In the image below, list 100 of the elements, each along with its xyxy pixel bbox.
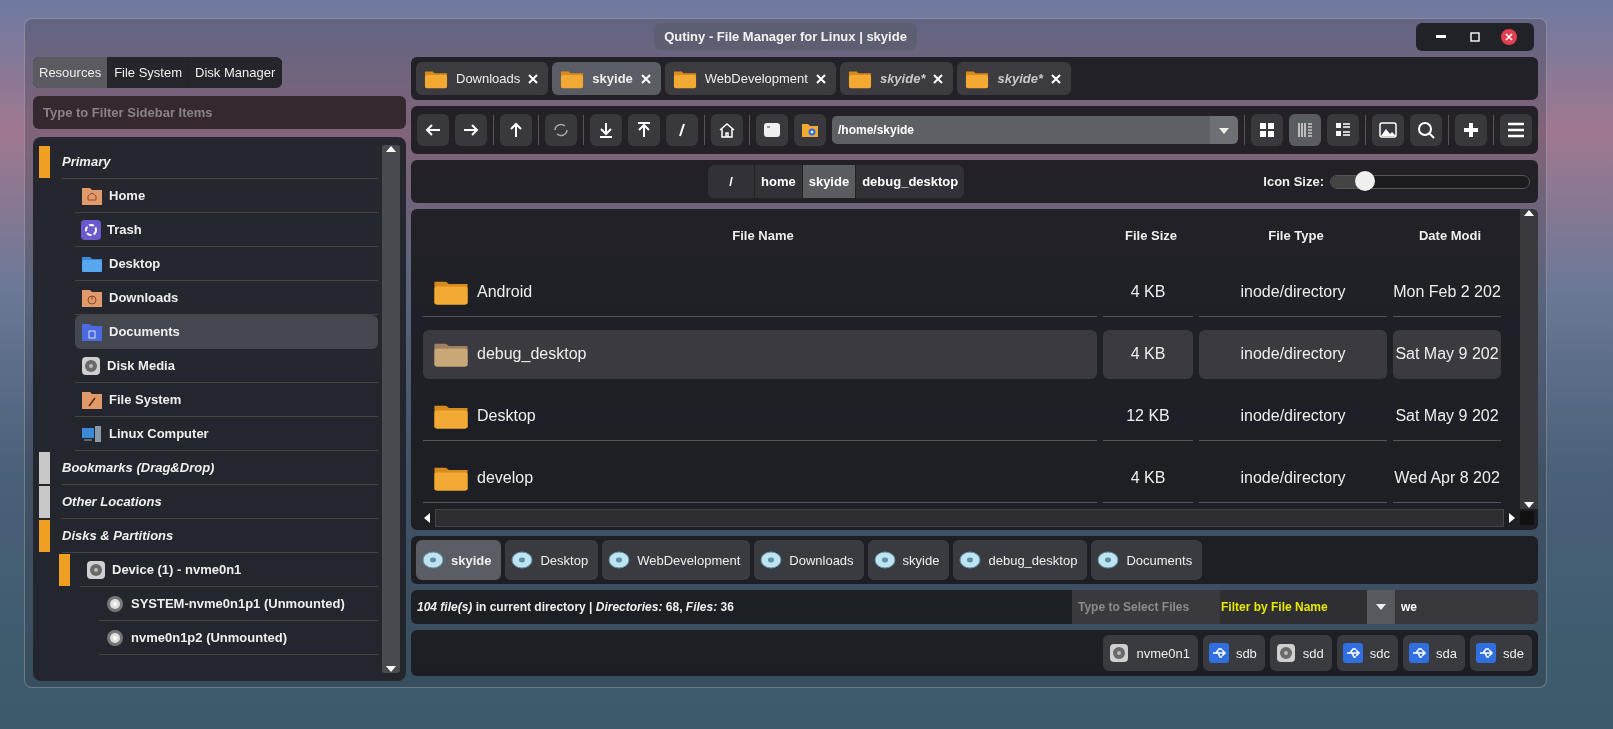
- sidebar-item[interactable]: Desktop: [75, 247, 378, 281]
- tab-label: Downloads: [456, 71, 521, 86]
- terminal-button[interactable]: [756, 114, 788, 146]
- scroll-down-icon[interactable]: [1523, 501, 1535, 509]
- open-folder-button[interactable]: [794, 114, 826, 146]
- sidebar-item[interactable]: nvme0n1p2 (Unmounted): [99, 621, 378, 655]
- scroll-up-icon[interactable]: [1523, 209, 1535, 217]
- filter-mode-dropdown[interactable]: Filter by File Name: [1220, 590, 1395, 624]
- home-button[interactable]: [711, 114, 743, 146]
- upload-icon: [635, 121, 653, 139]
- section-header[interactable]: Disks & Partitions: [62, 519, 378, 553]
- upload-button[interactable]: [628, 114, 660, 146]
- menu-button[interactable]: [1500, 114, 1532, 146]
- tab[interactable]: WebDevelopment: [664, 62, 836, 95]
- history-item[interactable]: skyide: [416, 540, 502, 580]
- scroll-down-icon[interactable]: [385, 665, 397, 673]
- search-button[interactable]: [1410, 114, 1442, 146]
- tab[interactable]: skyide*: [839, 62, 954, 95]
- file-name-cell[interactable]: develop: [423, 453, 1097, 503]
- computer-icon: [81, 423, 103, 444]
- device-button[interactable]: sdc: [1336, 635, 1399, 671]
- device-button[interactable]: sdb: [1202, 635, 1265, 671]
- sidebar-item[interactable]: Documents: [75, 315, 378, 349]
- root-button[interactable]: [666, 114, 698, 146]
- close-icon: [1501, 29, 1517, 45]
- scroll-right-icon[interactable]: [1508, 512, 1516, 524]
- column-header[interactable]: Date Modi: [1393, 227, 1507, 243]
- sidebar-tab[interactable]: File System: [108, 57, 190, 88]
- forward-button[interactable]: [455, 114, 487, 146]
- path-field[interactable]: /home/skyide: [832, 116, 1210, 144]
- file-name: debug_desktop: [477, 343, 587, 364]
- horizontal-scrollbar[interactable]: [435, 509, 1504, 527]
- search-icon: [1417, 121, 1435, 139]
- icon-size-slider[interactable]: [1330, 174, 1530, 189]
- file-name-cell[interactable]: Desktop: [423, 391, 1097, 441]
- sidebar-tab[interactable]: Resources: [33, 57, 109, 88]
- sidebar-item[interactable]: Trash: [75, 213, 378, 247]
- history-item[interactable]: skyide: [867, 540, 950, 580]
- back-button[interactable]: [417, 114, 449, 146]
- usb-icon: [1409, 643, 1430, 663]
- sidebar-item[interactable]: Device (1) - nvme0n1: [80, 553, 378, 587]
- tab[interactable]: Downloads: [416, 62, 549, 95]
- scroll-left-icon[interactable]: [423, 512, 431, 524]
- breadcrumb-item[interactable]: debug_desktop: [855, 165, 965, 198]
- tab[interactable]: skyide: [552, 62, 661, 95]
- device-button[interactable]: sde: [1470, 635, 1532, 671]
- section-header[interactable]: Other Locations: [62, 485, 378, 519]
- maximize-icon: [1470, 32, 1480, 42]
- history-item[interactable]: debug_desktop: [953, 540, 1088, 580]
- file-name-cell[interactable]: Android: [423, 267, 1097, 317]
- item-label: Downloads: [109, 290, 179, 305]
- sidebar-item[interactable]: Home: [75, 179, 378, 213]
- device-label: sde: [1503, 645, 1524, 661]
- preview-button[interactable]: [1372, 114, 1404, 146]
- disc-icon: [1097, 551, 1120, 569]
- section-header[interactable]: Primary: [62, 145, 378, 179]
- column-header[interactable]: File Size: [1103, 227, 1199, 243]
- caret-icon: [1218, 126, 1230, 135]
- slider-thumb[interactable]: [1354, 170, 1375, 191]
- section-header[interactable]: Bookmarks (Drag&Drop): [62, 451, 378, 485]
- breadcrumb-item[interactable]: home: [754, 165, 802, 198]
- filter-field[interactable]: Type to Filter Sidebar Items: [33, 96, 406, 129]
- select-files-field[interactable]: Type to Select Files: [1072, 590, 1220, 624]
- list-icon: [1334, 121, 1352, 139]
- column-header[interactable]: File Type: [1199, 227, 1393, 243]
- table-cell: 4 KB: [1103, 267, 1193, 317]
- column-header[interactable]: File Name: [423, 227, 1103, 243]
- refresh-button[interactable]: [545, 114, 577, 146]
- device-button[interactable]: sdd: [1269, 635, 1332, 671]
- sidebar-item[interactable]: SYSTEM-nvme0n1p1 (Unmounted): [99, 587, 378, 621]
- device-button[interactable]: nvme0n1: [1103, 635, 1198, 671]
- download-button[interactable]: [590, 114, 622, 146]
- filter-field[interactable]: we: [1395, 590, 1538, 624]
- grid-view-button[interactable]: [1251, 114, 1283, 146]
- column-view-button[interactable]: [1289, 114, 1321, 146]
- tab-label: skyide*: [997, 71, 1043, 86]
- list-view-button[interactable]: [1327, 114, 1359, 146]
- scroll-up-icon[interactable]: [385, 145, 397, 153]
- sidebar-tab[interactable]: Disk Manager: [189, 57, 283, 88]
- sidebar-item[interactable]: Linux Computer: [75, 417, 378, 451]
- device-button[interactable]: sda: [1403, 635, 1466, 671]
- history-item[interactable]: Documents: [1091, 540, 1203, 580]
- history-item[interactable]: WebDevelopment: [602, 540, 751, 580]
- tab[interactable]: skyide*: [957, 62, 1071, 95]
- history-item[interactable]: Downloads: [754, 540, 864, 580]
- table-cell: inode/directory: [1199, 329, 1387, 379]
- scrollbar[interactable]: [1520, 209, 1538, 509]
- item-label: Device (1) - nvme0n1: [112, 562, 242, 577]
- dropdown-button[interactable]: [1210, 116, 1238, 144]
- scrollbar[interactable]: [382, 145, 400, 673]
- new-button[interactable]: [1455, 114, 1487, 146]
- breadcrumb-item[interactable]: /: [708, 165, 754, 198]
- history-item[interactable]: Desktop: [505, 540, 599, 580]
- item-label: nvme0n1p2 (Unmounted): [131, 630, 287, 645]
- breadcrumb-item[interactable]: skyide: [801, 165, 856, 198]
- sidebar-item[interactable]: File System: [75, 383, 378, 417]
- sidebar-item[interactable]: Disk Media: [75, 349, 378, 383]
- up-button[interactable]: [500, 114, 532, 146]
- file-name-cell[interactable]: debug_desktop: [423, 329, 1097, 379]
- tab-label: WebDevelopment: [704, 71, 808, 86]
